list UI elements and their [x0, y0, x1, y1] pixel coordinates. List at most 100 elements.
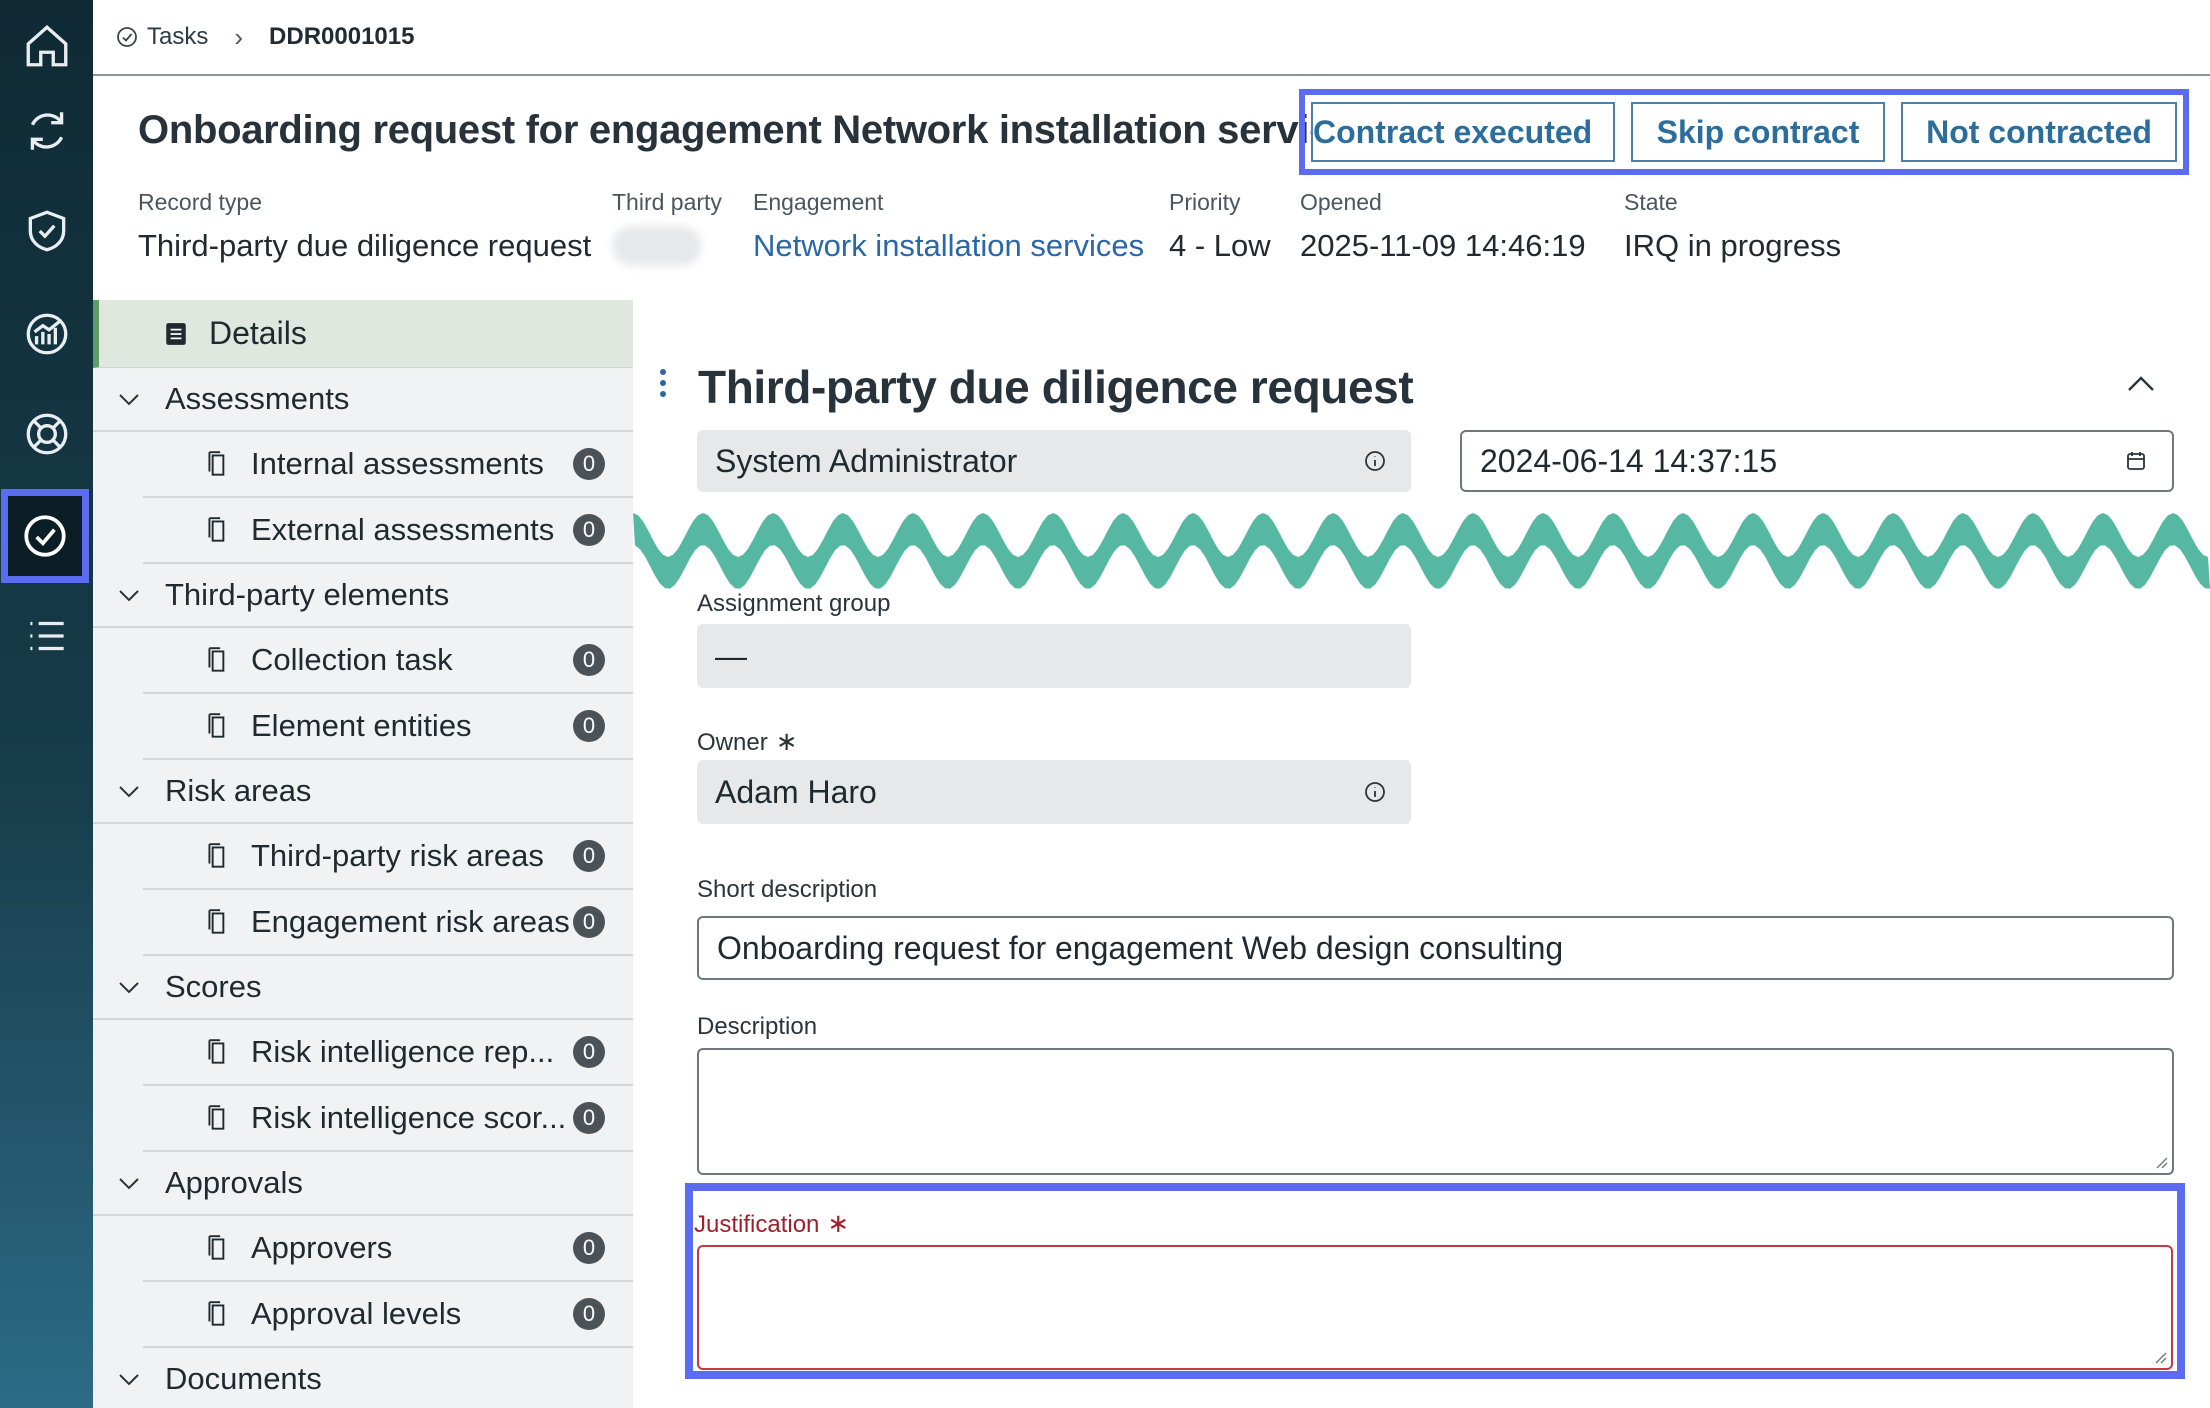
chevron-down-icon[interactable] — [115, 777, 143, 805]
rail-shield[interactable] — [0, 185, 93, 277]
tree-item[interactable]: Third-party risk areas 0 — [143, 824, 633, 890]
tree-item[interactable]: Internal assessments 0 — [143, 432, 633, 498]
short-description-input[interactable]: Onboarding request for engagement Web de… — [697, 916, 2174, 980]
rail-support[interactable] — [0, 388, 93, 480]
check-circle-icon — [117, 27, 137, 47]
assignment-group-field[interactable]: — — [697, 624, 1411, 688]
page-title: Onboarding request for engagement Networ… — [138, 108, 1375, 152]
meta-opened-label: Opened — [1300, 189, 1382, 215]
count-badge: 0 — [573, 906, 605, 938]
resize-grip-icon[interactable] — [2151, 1348, 2167, 1364]
tree-item-label: Approval levels — [251, 1296, 462, 1331]
chevron-down-icon[interactable] — [115, 1365, 143, 1393]
skip-contract-button[interactable]: Skip contract — [1631, 102, 1885, 162]
tree-item[interactable]: Risk intelligence scor... 0 — [143, 1086, 633, 1152]
torn-section-divider — [633, 513, 2210, 589]
justification-textarea[interactable] — [697, 1245, 2173, 1370]
rail-refresh[interactable] — [0, 85, 93, 177]
tree-group[interactable]: Third-party elements — [93, 564, 633, 628]
meta-state: State IRQ in progress — [1624, 189, 1841, 264]
count-badge: 0 — [573, 448, 605, 480]
tree-item[interactable]: Element entities 0 — [143, 694, 633, 760]
meta-state-value: IRQ in progress — [1624, 228, 1842, 263]
breadcrumb-tasks-label: Tasks — [147, 23, 209, 50]
justification-label: Justification ∗ — [694, 1208, 849, 1239]
document-icon — [208, 843, 225, 868]
tree-item[interactable]: Approval levels 0 — [143, 1282, 633, 1348]
nav-rail — [0, 0, 93, 1408]
document-icon — [166, 322, 186, 345]
chevron-down-icon[interactable] — [115, 1169, 143, 1197]
rail-home[interactable] — [0, 0, 93, 92]
justification-label-text: Justification — [694, 1211, 820, 1238]
tree-item-label: External assessments — [251, 512, 555, 547]
breadcrumb-separator: › — [234, 21, 244, 52]
meta-state-label: State — [1624, 189, 1678, 215]
contract-executed-button[interactable]: Contract executed — [1311, 102, 1615, 162]
rail-dashboard[interactable] — [0, 288, 93, 380]
count-badge: 0 — [573, 710, 605, 742]
related-records-tree: Details Assessments Internal assessments 0… — [93, 300, 633, 1408]
tree-item[interactable]: Collection task 0 — [143, 628, 633, 694]
requested-by-value: System Administrator — [715, 442, 1018, 479]
dashboard-icon — [26, 313, 67, 355]
tree-item[interactable]: External assessments 0 — [143, 498, 633, 564]
document-icon — [208, 713, 225, 738]
chevron-down-icon[interactable] — [115, 581, 143, 609]
refresh-icon — [30, 112, 63, 150]
tree-group-label: Third-party elements — [165, 577, 450, 612]
rail-tasks[interactable] — [1, 489, 89, 583]
breadcrumb-tasks[interactable]: Tasks — [115, 23, 208, 51]
form-title: Third-party due diligence request — [698, 361, 1414, 413]
owner-field[interactable]: Adam Haro — [697, 760, 1411, 824]
chevron-down-icon[interactable] — [115, 973, 143, 1001]
owner-value: Adam Haro — [715, 773, 877, 810]
info-icon[interactable] — [1363, 780, 1387, 804]
count-badge: 0 — [573, 514, 605, 546]
document-icon — [208, 517, 225, 542]
tree-item[interactable]: Approvers 0 — [143, 1216, 633, 1282]
tree-group[interactable]: Documents — [93, 1348, 633, 1408]
meta-record-type: Record type Third-party due diligence re… — [138, 189, 591, 264]
owner-label-text: Owner — [697, 729, 768, 756]
tree-item-label: Collection task — [251, 642, 453, 677]
chevron-down-icon[interactable] — [115, 385, 143, 413]
short-description-label: Short description — [697, 876, 878, 903]
document-icon — [208, 1235, 225, 1260]
meta-record-type-value: Third-party due diligence request — [138, 228, 592, 263]
meta-priority-label: Priority — [1169, 189, 1241, 215]
document-icon — [208, 1039, 225, 1064]
tree-item-label: Internal assessments — [251, 446, 544, 481]
count-badge: 0 — [573, 1298, 605, 1330]
tree-group[interactable]: Scores — [93, 956, 633, 1020]
kebab-icon[interactable] — [658, 368, 668, 398]
tree-group[interactable]: Approvals — [93, 1152, 633, 1216]
calendar-icon[interactable] — [2124, 449, 2148, 473]
info-icon[interactable] — [1363, 449, 1387, 473]
not-contracted-button[interactable]: Not contracted — [1901, 102, 2177, 162]
tree-details-label: Details — [209, 315, 307, 351]
count-badge: 0 — [573, 644, 605, 676]
document-icon — [208, 647, 225, 672]
tree-item-label: Engagement risk areas — [251, 904, 570, 939]
meta-third-party-label: Third party — [612, 189, 722, 215]
shield-icon — [28, 210, 65, 252]
tree-group-label: Approvals — [165, 1165, 303, 1200]
count-badge: 0 — [573, 840, 605, 872]
resize-grip-icon[interactable] — [2152, 1153, 2168, 1169]
tree-group[interactable]: Risk areas — [93, 760, 633, 824]
meta-priority: Priority 4 - Low — [1169, 189, 1271, 264]
tree-group[interactable]: Assessments — [93, 368, 633, 432]
tree-details[interactable]: Details — [93, 300, 633, 368]
tree-item[interactable]: Engagement risk areas 0 — [143, 890, 633, 956]
rail-list[interactable] — [0, 590, 93, 682]
requested-date-field[interactable]: 2024-06-14 14:37:15 — [1460, 430, 2174, 492]
chevron-up-icon[interactable] — [2125, 372, 2157, 396]
meta-engagement-link[interactable]: Network installation services — [753, 228, 1144, 264]
tree-group-label: Documents — [165, 1361, 322, 1396]
tree-item[interactable]: Risk intelligence rep... 0 — [143, 1020, 633, 1086]
requested-by-field[interactable]: System Administrator — [697, 430, 1411, 492]
count-badge: 0 — [573, 1232, 605, 1264]
assignment-group-value: — — [715, 637, 747, 674]
description-textarea[interactable] — [697, 1048, 2174, 1175]
